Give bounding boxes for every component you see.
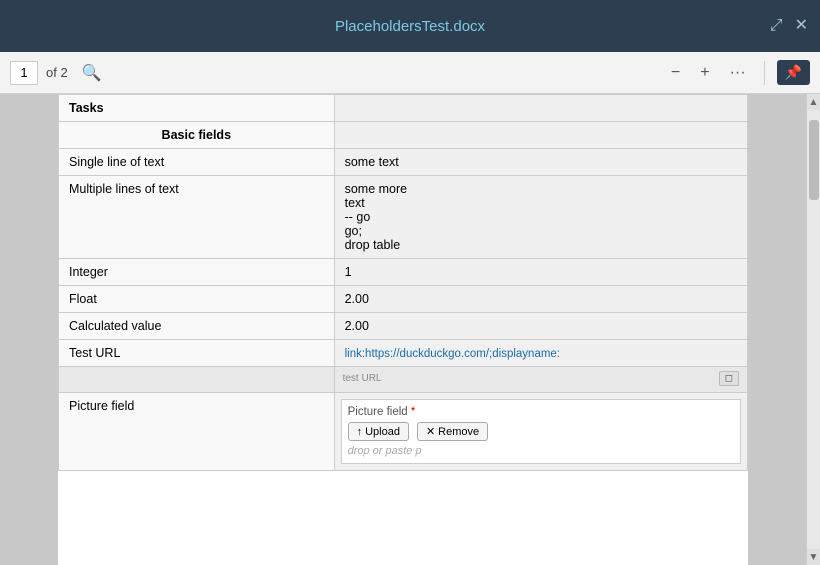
table-row: Picture field Picture field * ↑ Upload (59, 393, 748, 471)
picture-overlay-btn[interactable]: ◻ (719, 371, 739, 386)
group-header-row: Basic fields (59, 122, 748, 149)
field-label-picture: Picture field (59, 393, 335, 471)
multiline-line: drop table (345, 238, 737, 252)
document-title: PlaceholdersTest.docx (335, 18, 485, 35)
remove-icon: ✕ (426, 425, 435, 438)
zoom-out-icon: − (671, 64, 680, 82)
search-button[interactable]: 🔍 (76, 61, 108, 85)
multiline-line: some more (345, 182, 737, 196)
remove-label: Remove (438, 426, 479, 438)
field-value-float: 2.00 (334, 286, 747, 313)
picture-field-container: Picture field * ↑ Upload ✕ Remove (341, 399, 741, 464)
table-row: Test URL link:https://duckduckgo.com/;di… (59, 340, 748, 367)
picture-field-label: Picture field * (348, 406, 734, 418)
field-value-multiline: some more text -- go go; drop table (334, 176, 747, 259)
scroll-thumb[interactable] (809, 120, 819, 200)
upload-button[interactable]: ↑ Upload (348, 422, 409, 441)
close-button[interactable]: ✕ (795, 18, 808, 34)
content-table: Tasks Basic fields Single line of text s… (58, 94, 748, 471)
field-label-integer: Integer (59, 259, 335, 286)
scroll-down-arrow[interactable]: ▼ (807, 549, 820, 565)
field-value-single-line: some text (334, 149, 747, 176)
scroll-up-arrow[interactable]: ▲ (807, 94, 820, 110)
scroll-track[interactable] (807, 110, 820, 549)
field-value-integer: 1 (334, 259, 747, 286)
section-header-row: Tasks (59, 95, 748, 122)
field-label-multiline: Multiple lines of text (59, 176, 335, 259)
pin-icon: 📌 (785, 64, 802, 80)
table-row: Single line of text some text (59, 149, 748, 176)
window-controls: ⤢ ✕ (770, 18, 808, 34)
multiline-line: text (345, 196, 737, 210)
url-value: link:https://duckduckgo.com/;displayname… (345, 348, 560, 360)
zoom-out-button[interactable]: − (665, 62, 686, 84)
more-options-button[interactable]: ··· (724, 62, 752, 84)
field-label-calculated: Calculated value (59, 313, 335, 340)
page-number-input[interactable] (10, 61, 38, 85)
picture-overlay-label-empty (59, 367, 335, 393)
field-label-url: Test URL (59, 340, 335, 367)
table-row: Calculated value 2.00 (59, 313, 748, 340)
title-bar: PlaceholdersTest.docx ⤢ ✕ (0, 0, 820, 52)
pin-button[interactable]: 📌 (777, 60, 810, 85)
field-value-url: link:https://duckduckgo.com/;displayname… (334, 340, 747, 367)
table-row: Integer 1 (59, 259, 748, 286)
multiline-line: -- go (345, 210, 737, 224)
remove-button[interactable]: ✕ Remove (417, 422, 488, 441)
field-value-calculated: 2.00 (334, 313, 747, 340)
toolbar: of 2 🔍 − + ··· 📌 (0, 52, 820, 94)
table-row: Float 2.00 (59, 286, 748, 313)
field-value-picture: Picture field * ↑ Upload ✕ Remove (334, 393, 747, 471)
required-star: * (411, 406, 415, 418)
more-icon: ··· (730, 64, 746, 82)
zoom-in-button[interactable]: + (694, 62, 715, 84)
section-label: Tasks (59, 95, 335, 122)
multiline-line: go; (345, 224, 737, 238)
search-icon: 🔍 (82, 63, 102, 83)
expand-button[interactable]: ⤢ (770, 18, 783, 34)
section-value-empty (334, 95, 747, 122)
zoom-in-icon: + (700, 64, 709, 82)
main-content: Tasks Basic fields Single line of text s… (0, 94, 820, 565)
document-area: Tasks Basic fields Single line of text s… (0, 94, 806, 565)
toolbar-separator (764, 61, 765, 85)
field-label-float: Float (59, 286, 335, 313)
group-value-empty (334, 122, 747, 149)
picture-overlay-value: test URL ◻ (334, 367, 747, 393)
vertical-scrollbar[interactable]: ▲ ▼ (806, 94, 820, 565)
test-url-small: test URL (343, 373, 382, 384)
drop-zone-text: drop or paste p (348, 445, 734, 457)
picture-overlay-row: test URL ◻ (59, 367, 748, 393)
upload-icon: ↑ (357, 426, 363, 438)
page-total: of 2 (46, 65, 68, 80)
group-label: Basic fields (59, 122, 335, 149)
upload-label: Upload (365, 426, 400, 438)
table-row: Multiple lines of text some more text --… (59, 176, 748, 259)
picture-field-buttons: ↑ Upload ✕ Remove (348, 422, 734, 441)
field-label-single-line: Single line of text (59, 149, 335, 176)
document-page: Tasks Basic fields Single line of text s… (58, 94, 748, 565)
